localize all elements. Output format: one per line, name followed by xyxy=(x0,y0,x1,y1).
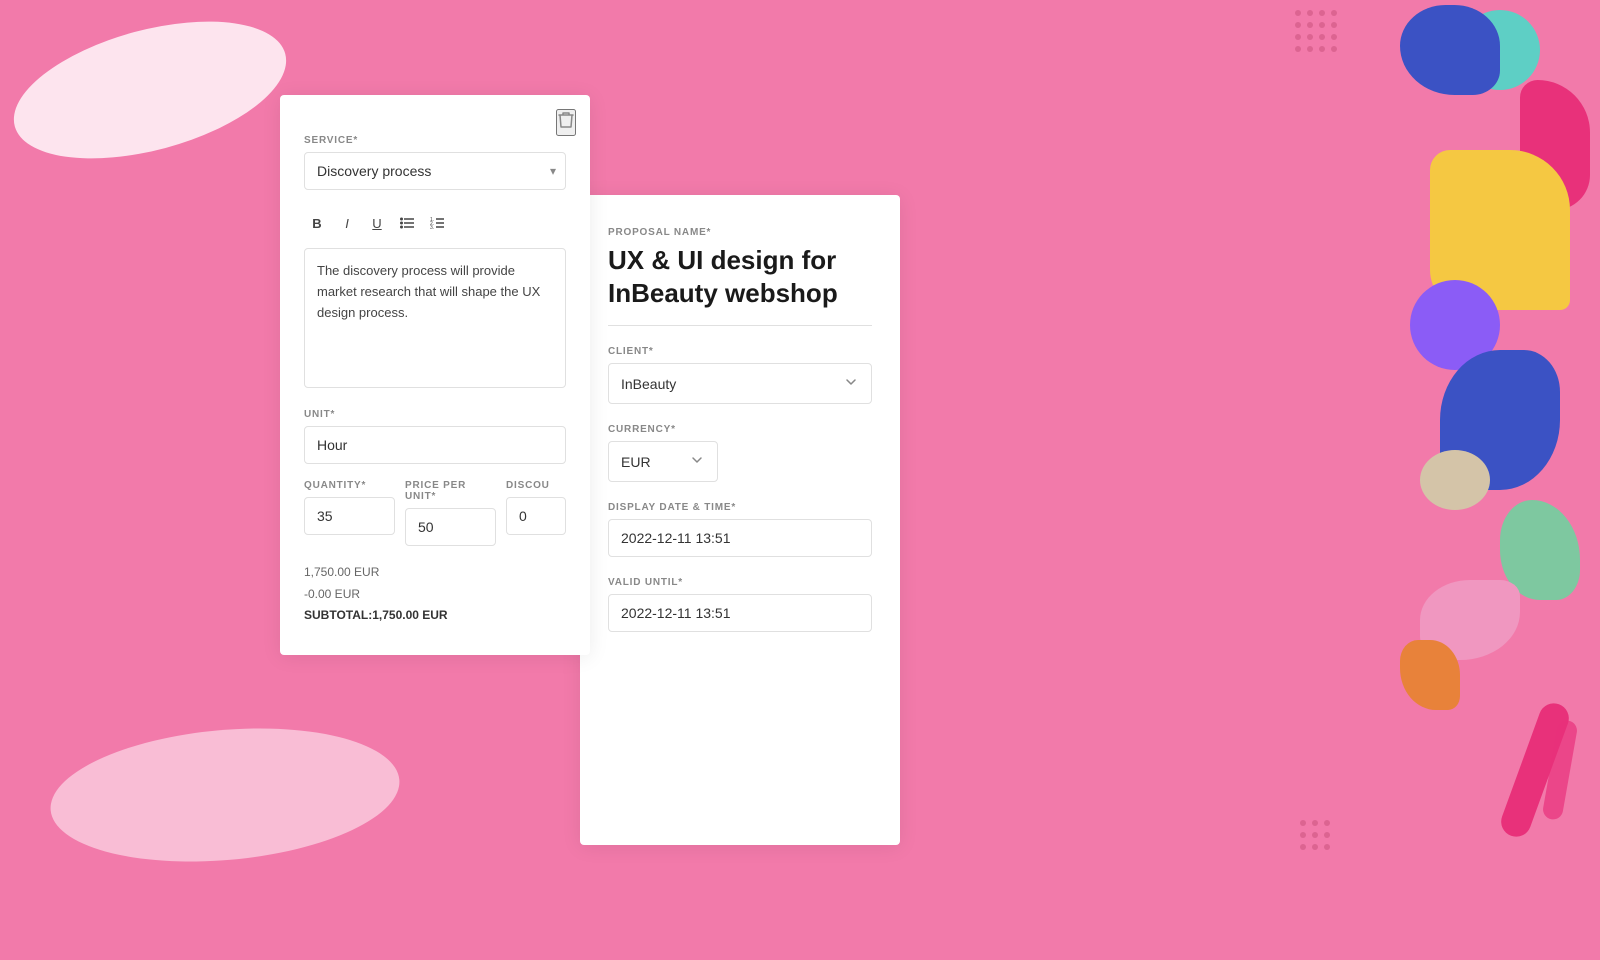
svg-text:3.: 3. xyxy=(430,225,434,229)
proposal-name-value: UX & UI design for InBeauty webshop xyxy=(608,244,872,326)
valid-until-field-group: VALID UNTIL* xyxy=(608,577,872,632)
editor-toolbar: B I U 1. 2. 3. xyxy=(304,206,566,240)
client-label: CLIENT* xyxy=(608,346,872,357)
valid-until-label: VALID UNTIL* xyxy=(608,577,872,588)
service-card: SERVICE* Discovery process ▾ B I U xyxy=(280,95,590,655)
delete-button[interactable] xyxy=(556,109,576,136)
currency-chevron-icon xyxy=(689,452,705,471)
currency-field-group: CURRENCY* EUR xyxy=(608,424,872,482)
underline-button[interactable]: U xyxy=(364,210,390,236)
currency-select[interactable]: EUR xyxy=(608,441,718,482)
ordered-list-button[interactable]: 1. 2. 3. xyxy=(424,210,450,236)
quantity-field-group: QUANTITY* xyxy=(304,480,395,546)
client-chevron-icon xyxy=(843,374,859,393)
totals-section: 1,750.00 EUR -0.00 EUR SUBTOTAL:1,750.00… xyxy=(304,562,566,627)
valid-until-input[interactable] xyxy=(608,594,872,632)
currency-label: CURRENCY* xyxy=(608,424,872,435)
bold-button[interactable]: B xyxy=(304,210,330,236)
service-label: SERVICE* xyxy=(304,135,566,146)
unit-label: UNIT* xyxy=(304,409,566,420)
discount-input[interactable] xyxy=(506,497,566,535)
dots-grid-bottom xyxy=(1295,815,1375,900)
proposal-card: PROPOSAL NAME* UX & UI design for InBeau… xyxy=(580,195,900,845)
pricing-fields-row: QUANTITY* PRICE PER UNIT* DISCOU xyxy=(304,480,566,546)
brush-stroke-topleft xyxy=(0,0,301,184)
display-date-label: DISPLAY DATE & TIME* xyxy=(608,502,872,513)
price-input[interactable] xyxy=(405,508,496,546)
description-textarea[interactable] xyxy=(304,248,566,388)
shape-blue-1 xyxy=(1400,5,1500,95)
unit-field-group: UNIT* xyxy=(304,409,566,464)
price-label: PRICE PER UNIT* xyxy=(405,480,496,502)
total-line1: 1,750.00 EUR xyxy=(304,562,566,584)
currency-value: EUR xyxy=(621,454,651,470)
client-value: InBeauty xyxy=(621,376,676,392)
service-field-group: SERVICE* Discovery process ▾ xyxy=(304,135,566,190)
deco-panel xyxy=(1370,0,1600,960)
discount-field-group: DISCOU xyxy=(506,480,566,546)
shape-orange-1 xyxy=(1400,640,1460,710)
subtotal-line: SUBTOTAL:1,750.00 EUR xyxy=(304,605,566,627)
unordered-list-button[interactable] xyxy=(394,210,420,236)
display-date-field-group: DISPLAY DATE & TIME* xyxy=(608,502,872,557)
service-select[interactable]: Discovery process xyxy=(304,152,566,190)
discount-label: DISCOU xyxy=(506,480,566,491)
quantity-label: QUANTITY* xyxy=(304,480,395,491)
cards-container: SERVICE* Discovery process ▾ B I U xyxy=(280,95,900,845)
unit-input[interactable] xyxy=(304,426,566,464)
client-select[interactable]: InBeauty xyxy=(608,363,872,404)
quantity-input[interactable] xyxy=(304,497,395,535)
dots-grid-top xyxy=(1290,5,1370,90)
shape-beige-1 xyxy=(1420,450,1490,510)
service-select-wrapper: Discovery process ▾ xyxy=(304,152,566,190)
display-date-input[interactable] xyxy=(608,519,872,557)
italic-button[interactable]: I xyxy=(334,210,360,236)
total-line2: -0.00 EUR xyxy=(304,584,566,606)
price-field-group: PRICE PER UNIT* xyxy=(405,480,496,546)
proposal-name-section: PROPOSAL NAME* UX & UI design for InBeau… xyxy=(608,227,872,326)
client-field-group: CLIENT* InBeauty xyxy=(608,346,872,404)
proposal-name-label: PROPOSAL NAME* xyxy=(608,227,872,238)
